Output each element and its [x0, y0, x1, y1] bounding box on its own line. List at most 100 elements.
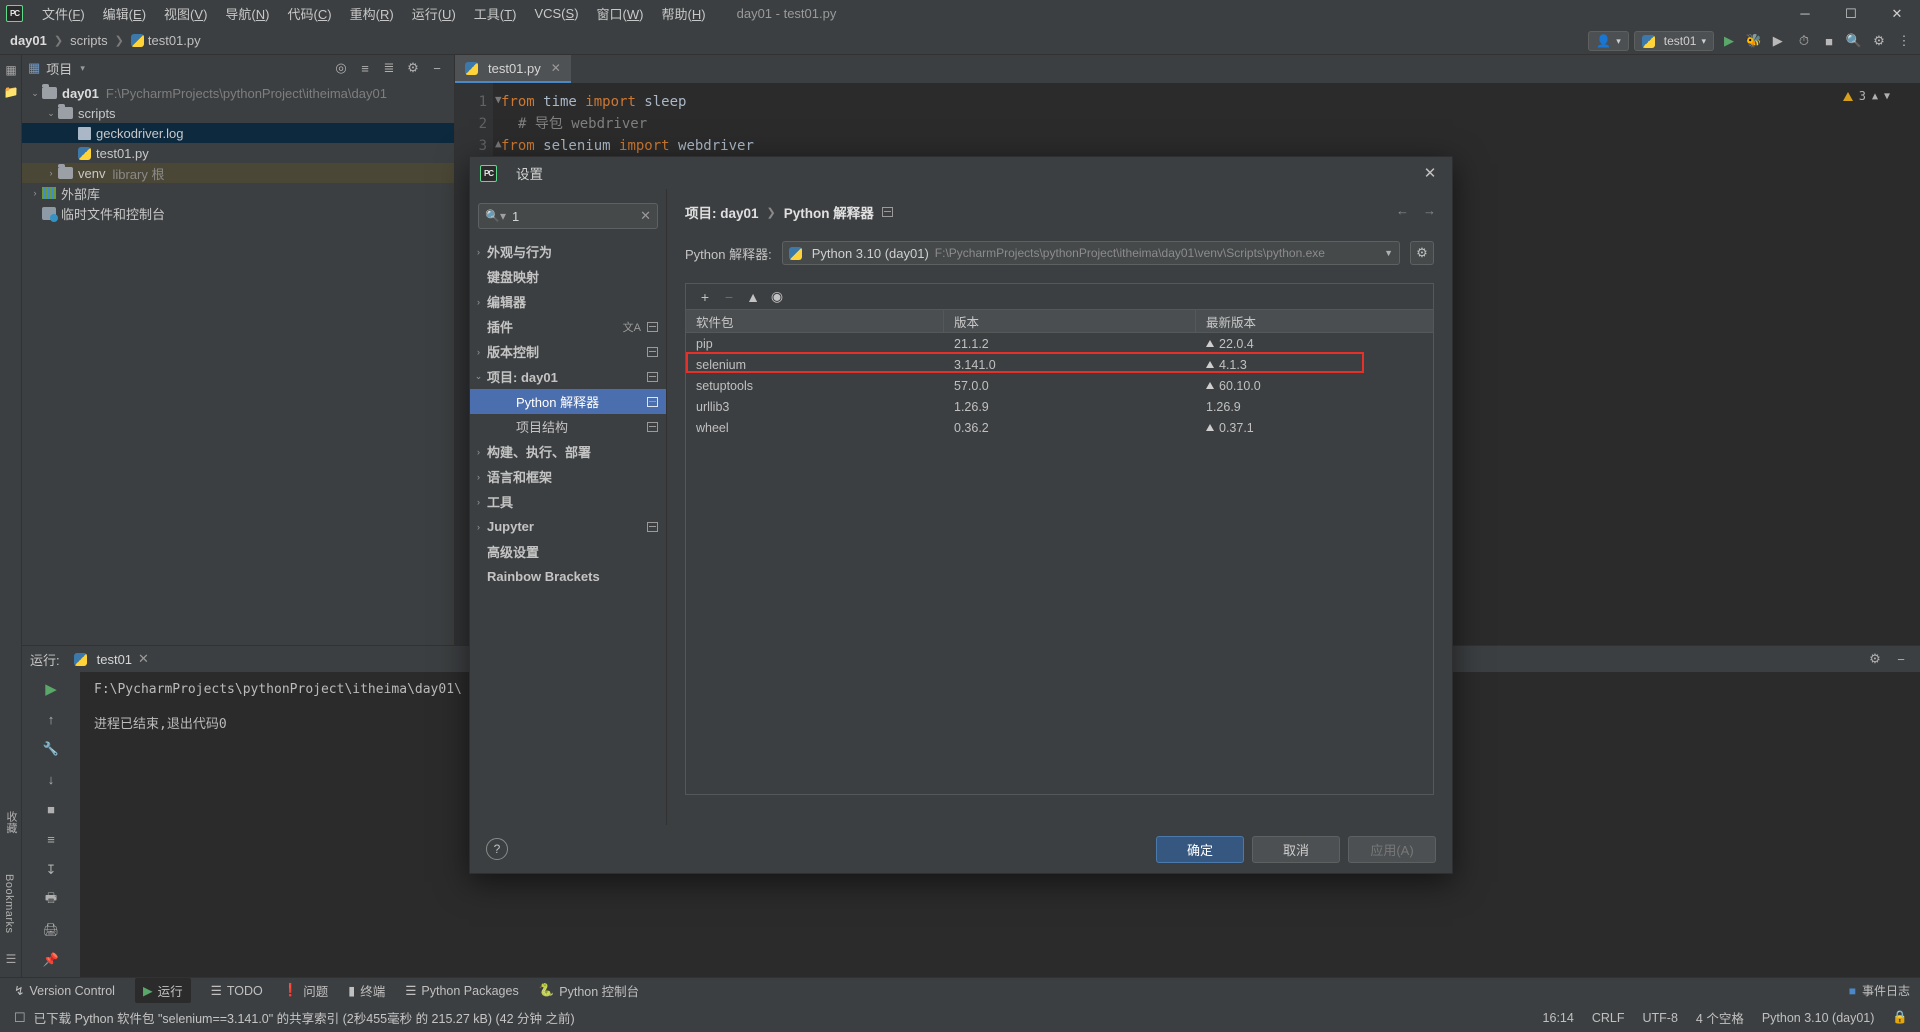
- tree-item-scratches[interactable]: 临时文件和控制台: [22, 203, 454, 223]
- code-fold-icon[interactable]: ▼: [495, 93, 502, 106]
- apply-button[interactable]: 应用(A): [1348, 835, 1436, 863]
- editor-tab-test01[interactable]: test01.py ✕: [455, 55, 571, 83]
- coverage-icon[interactable]: ▶: [1769, 31, 1789, 51]
- menu-run[interactable]: 运行(U): [403, 4, 465, 23]
- upgrade-package-icon[interactable]: ▲: [742, 286, 764, 308]
- lock-icon[interactable]: 🔒: [1892, 1010, 1908, 1025]
- copy-icon[interactable]: [647, 521, 658, 532]
- more-icon[interactable]: ⋮: [1894, 31, 1914, 51]
- print2-icon[interactable]: 🖨: [39, 919, 63, 941]
- sidebar-item-python-interpreter[interactable]: Python 解释器: [470, 389, 666, 414]
- stop-icon[interactable]: ■: [1819, 31, 1839, 51]
- event-log-button[interactable]: ■ 事件日志: [1849, 982, 1910, 999]
- status-encoding[interactable]: UTF-8: [1642, 1011, 1677, 1025]
- close-icon[interactable]: ✕: [1418, 161, 1442, 185]
- run-icon[interactable]: ▶: [1719, 31, 1739, 51]
- close-icon[interactable]: ✕: [551, 61, 561, 75]
- interpreter-select[interactable]: Python 3.10 (day01) F:\PycharmProjects\p…: [781, 241, 1400, 265]
- menu-window[interactable]: 窗口(W): [588, 4, 653, 23]
- table-row[interactable]: wheel 0.36.2 0.37.1: [686, 417, 1433, 438]
- hide-icon[interactable]: −: [426, 57, 448, 79]
- remove-package-icon[interactable]: −: [718, 286, 740, 308]
- strip-item-favorites[interactable]: 收藏: [3, 805, 19, 840]
- clear-icon[interactable]: ✕: [640, 208, 651, 224]
- wrench-icon[interactable]: 🔧: [39, 738, 63, 760]
- tree-item-day01[interactable]: ⌄ day01 F:\PycharmProjects\pythonProject…: [22, 83, 454, 103]
- chevron-down-icon[interactable]: ⌄: [470, 371, 487, 382]
- back-icon[interactable]: ←: [1396, 203, 1409, 218]
- settings-icon[interactable]: ⚙: [1869, 31, 1889, 51]
- inspection-widget[interactable]: 3 ▲ ▼: [1842, 89, 1890, 103]
- sidebar-item-project[interactable]: ⌄ 项目: day01: [470, 364, 666, 389]
- menu-vcs[interactable]: VCS(S): [525, 6, 587, 21]
- tree-item-geckodriver-log[interactable]: geckodriver.log: [22, 123, 454, 143]
- table-row[interactable]: pip 21.1.2 22.0.4: [686, 333, 1433, 354]
- chevron-down-icon[interactable]: ▾: [80, 63, 85, 74]
- sidebar-item-jupyter[interactable]: › Jupyter: [470, 514, 666, 539]
- status-interpreter[interactable]: Python 3.10 (day01): [1762, 1011, 1875, 1025]
- tree-item-external-libraries[interactable]: › 外部库: [22, 183, 454, 203]
- chevron-down-icon[interactable]: ▼: [1384, 248, 1393, 258]
- run-tab-test01[interactable]: test01 ✕: [73, 651, 149, 667]
- run-configuration-selector[interactable]: test01 ▾: [1633, 31, 1714, 51]
- rerun-icon[interactable]: ▶: [39, 678, 63, 700]
- scroll-to-end-icon[interactable]: ↧: [39, 859, 63, 881]
- tree-item-venv[interactable]: › venv library 根: [22, 163, 454, 183]
- pin-icon[interactable]: 📌: [39, 949, 63, 971]
- interpreter-settings-button[interactable]: ⚙: [1410, 241, 1434, 265]
- chevron-right-icon[interactable]: ›: [470, 347, 487, 357]
- strip-item-bookmarks[interactable]: Bookmarks: [3, 868, 15, 940]
- menu-file[interactable]: 文件(F): [33, 4, 94, 23]
- debug-icon[interactable]: 🐝: [1744, 31, 1764, 51]
- statusbar-item-problems[interactable]: ❗ 问题: [283, 981, 329, 1000]
- chevron-up-icon[interactable]: ▲: [1872, 91, 1878, 102]
- breadcrumb-test01[interactable]: test01.py: [148, 33, 201, 48]
- statusbar-item-todo[interactable]: ☰ TODO: [211, 983, 263, 999]
- chevron-down-icon[interactable]: ⌄: [44, 108, 58, 119]
- settings-search-box[interactable]: 🔍▾ 1 ✕: [478, 203, 658, 229]
- menu-code[interactable]: 代码(C): [279, 4, 341, 23]
- chevron-right-icon[interactable]: ›: [470, 472, 487, 482]
- profiler-chip[interactable]: 👤 ▾: [1588, 31, 1629, 51]
- soft-wrap-icon[interactable]: ≡: [39, 828, 63, 850]
- settings-icon[interactable]: ⚙: [1864, 648, 1886, 670]
- maximize-icon[interactable]: ☐: [1828, 0, 1874, 27]
- settings-icon[interactable]: ⚙: [402, 57, 424, 79]
- sidebar-item-rainbow-brackets[interactable]: Rainbow Brackets: [470, 564, 666, 589]
- chevron-right-icon[interactable]: ›: [470, 297, 487, 307]
- sidebar-item-advanced-settings[interactable]: 高级设置: [470, 539, 666, 564]
- code-fold-icon[interactable]: ▲: [495, 137, 502, 150]
- copy-icon[interactable]: [647, 396, 658, 407]
- chevron-right-icon[interactable]: ›: [470, 247, 487, 257]
- cancel-button[interactable]: 取消: [1252, 835, 1340, 863]
- search-input[interactable]: 1: [512, 209, 634, 224]
- menu-view[interactable]: 视图(V): [155, 4, 216, 23]
- editor-scrollbar[interactable]: [1906, 83, 1920, 645]
- print-icon[interactable]: 🖶: [39, 889, 63, 911]
- breadcrumb-day01[interactable]: day01: [10, 33, 47, 48]
- sidebar-item-plugins[interactable]: 插件 文A: [470, 314, 666, 339]
- close-icon[interactable]: ✕: [138, 651, 149, 667]
- menu-edit[interactable]: 编辑(E): [94, 4, 155, 23]
- column-header-package[interactable]: 软件包: [686, 310, 944, 332]
- copy-icon[interactable]: [647, 371, 658, 382]
- expand-all-icon[interactable]: ≡: [354, 57, 376, 79]
- chevron-right-icon[interactable]: ›: [470, 522, 487, 532]
- column-header-latest-version[interactable]: 最新版本: [1196, 310, 1433, 332]
- table-row[interactable]: selenium 3.141.0 4.1.3: [686, 354, 1433, 375]
- tree-item-scripts[interactable]: ⌄ scripts: [22, 103, 454, 123]
- chevron-down-icon[interactable]: ⌄: [28, 88, 42, 99]
- tree-item-test01-py[interactable]: test01.py: [22, 143, 454, 163]
- profile-icon[interactable]: ⏱: [1794, 31, 1814, 51]
- copy-icon[interactable]: [647, 321, 658, 332]
- search-everywhere-icon[interactable]: 🔍: [1844, 31, 1864, 51]
- sidebar-item-editor[interactable]: › 编辑器: [470, 289, 666, 314]
- status-indent[interactable]: 4 个空格: [1696, 1008, 1744, 1027]
- status-line-separator[interactable]: CRLF: [1592, 1011, 1625, 1025]
- add-package-icon[interactable]: +: [694, 286, 716, 308]
- table-row[interactable]: setuptools 57.0.0 60.10.0: [686, 375, 1433, 396]
- collapse-all-icon[interactable]: ≣: [378, 57, 400, 79]
- down-icon[interactable]: ↓: [39, 768, 63, 790]
- close-icon[interactable]: ✕: [1874, 0, 1920, 27]
- sidebar-item-project-structure[interactable]: 项目结构: [470, 414, 666, 439]
